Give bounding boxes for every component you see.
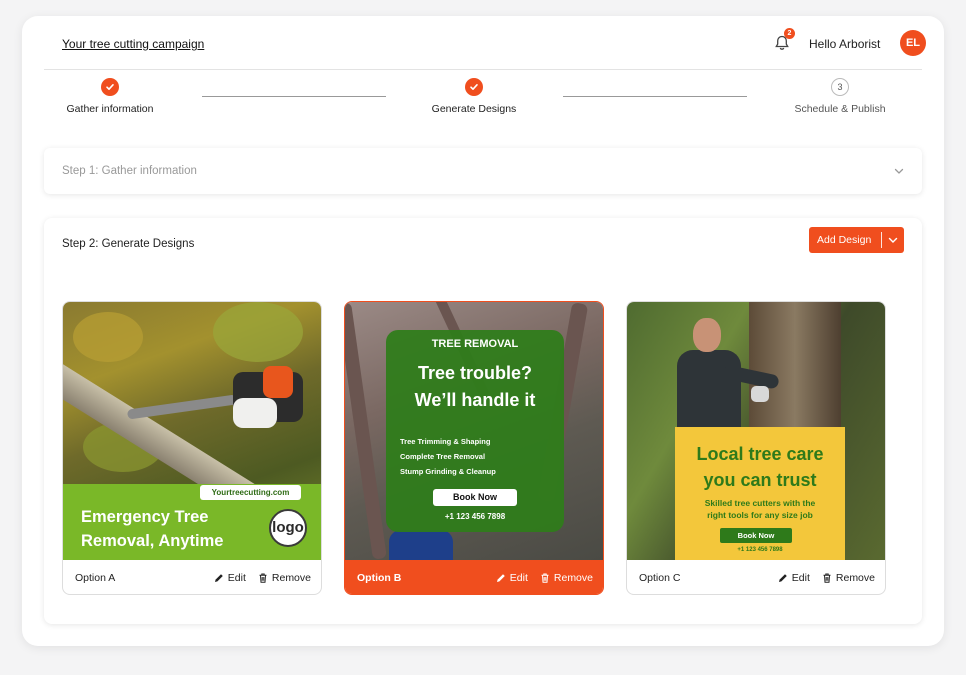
pencil-icon [496,574,505,582]
design-preview-b: TREE REMOVAL Tree trouble? We’ll handle … [345,302,603,560]
ad-overlay: Local tree care you can trust Skilled tr… [675,427,845,560]
step-label: Gather information [66,103,154,115]
step-label: Schedule & Publish [794,103,886,115]
ad-overlay: TREE REMOVAL Tree trouble? We’ll handle … [386,330,564,532]
step1-accordion[interactable]: Step 1: Gather information [44,148,922,194]
step1-title: Step 1: Gather information [62,165,197,177]
remove-label: Remove [271,572,311,584]
design-preview-c: Local tree care you can trust Skilled tr… [627,302,885,560]
main-panel: Your tree cutting campaign 2 Hello Arbor… [22,16,944,646]
step-connector [563,96,747,97]
chevron-down-icon[interactable] [882,235,904,245]
design-card-option-c[interactable]: Local tree care you can trust Skilled tr… [626,301,886,595]
ad-headline: Tree trouble? We’ll handle it [386,360,564,414]
pencil-icon [214,574,223,582]
notification-badge: 2 [784,28,795,39]
design-preview-a: Yourtreecutting.com Emergency Tree Remov… [63,302,321,560]
step-number: 3 [831,78,849,96]
ad-logo: logo [269,509,307,547]
ad-phone: +1 123 456 7898 [737,547,783,553]
ad-cta: Book Now [433,489,517,506]
design-card-option-a[interactable]: Yourtreecutting.com Emergency Tree Remov… [62,301,322,595]
campaign-title-link[interactable]: Your tree cutting campaign [62,37,204,51]
design-card-option-b[interactable]: TREE REMOVAL Tree trouble? We’ll handle … [344,301,604,595]
ad-cta: Book Now [720,528,792,543]
remove-button[interactable]: Remove [258,572,311,584]
edit-button[interactable]: Edit [214,572,246,584]
ad-headline-line: Removal, Anytime [81,532,224,550]
ad-headline-line: Tree trouble? [417,363,533,383]
remove-button[interactable]: Remove [822,572,875,584]
remove-button[interactable]: Remove [540,572,593,584]
edit-button[interactable]: Edit [778,572,810,584]
ad-subtext: Skilled tree cutters with the right tool… [675,497,845,521]
user-greeting: Hello Arborist [809,37,881,51]
ad-subtext-line: right tools for any size job [707,510,813,520]
ad-tag: TREE REMOVAL [431,338,519,350]
ad-headline-line: Emergency Tree [81,508,209,526]
trash-icon [259,573,267,583]
step2-title: Step 2: Generate Designs [62,238,195,250]
check-icon [465,78,483,96]
ad-headline-line: Local tree care [696,444,824,464]
ad-headline-line: We’ll handle it [414,390,536,410]
ad-headline: Local tree care you can trust [675,441,845,493]
step-schedule-publish[interactable]: 3 Schedule & Publish [790,78,890,115]
step2-section: Step 2: Generate Designs Add Design Your… [44,218,922,624]
ad-headline-line: you can trust [703,470,817,490]
top-bar: Your tree cutting campaign 2 Hello Arbor… [44,16,926,70]
ad-headline: Emergency Tree Removal, Anytime [81,505,271,553]
edit-label: Edit [791,572,810,584]
edit-button[interactable]: Edit [496,572,528,584]
add-design-label: Add Design [817,234,872,246]
trash-icon [823,573,831,583]
card-footer: Option A Edit Remove [63,560,321,594]
trash-icon [541,573,549,583]
step-connector [202,96,386,97]
card-footer: Option B Edit Remove [345,560,603,594]
ad-subtext-line: Skilled tree cutters with the [704,498,816,508]
option-label: Option C [639,572,681,584]
step-gather-information[interactable]: Gather information [62,78,158,115]
edit-label: Edit [509,572,528,584]
ad-service-item: Complete Tree Removal [400,452,486,461]
ad-service-item: Stump Grinding & Cleanup [400,467,496,476]
option-label: Option A [75,572,116,584]
edit-label: Edit [227,572,246,584]
step-generate-designs[interactable]: Generate Designs [428,78,520,115]
ad-services-list: Tree Trimming & Shaping Complete Tree Re… [400,434,496,479]
ad-phone: +1 123 456 7898 [444,512,506,521]
remove-label: Remove [553,572,593,584]
chevron-down-icon[interactable] [894,166,904,176]
ad-service-item: Tree Trimming & Shaping [400,437,491,446]
check-icon [101,78,119,96]
add-design-button[interactable]: Add Design [809,227,904,253]
step-label: Generate Designs [431,103,517,115]
avatar[interactable]: EL [900,30,926,56]
option-label: Option B [357,572,402,584]
button-divider [881,232,882,248]
card-footer: Option C Edit Remove [627,560,885,594]
ad-url: Yourtreecutting.com [200,485,301,500]
pencil-icon [778,574,787,582]
remove-label: Remove [835,572,875,584]
